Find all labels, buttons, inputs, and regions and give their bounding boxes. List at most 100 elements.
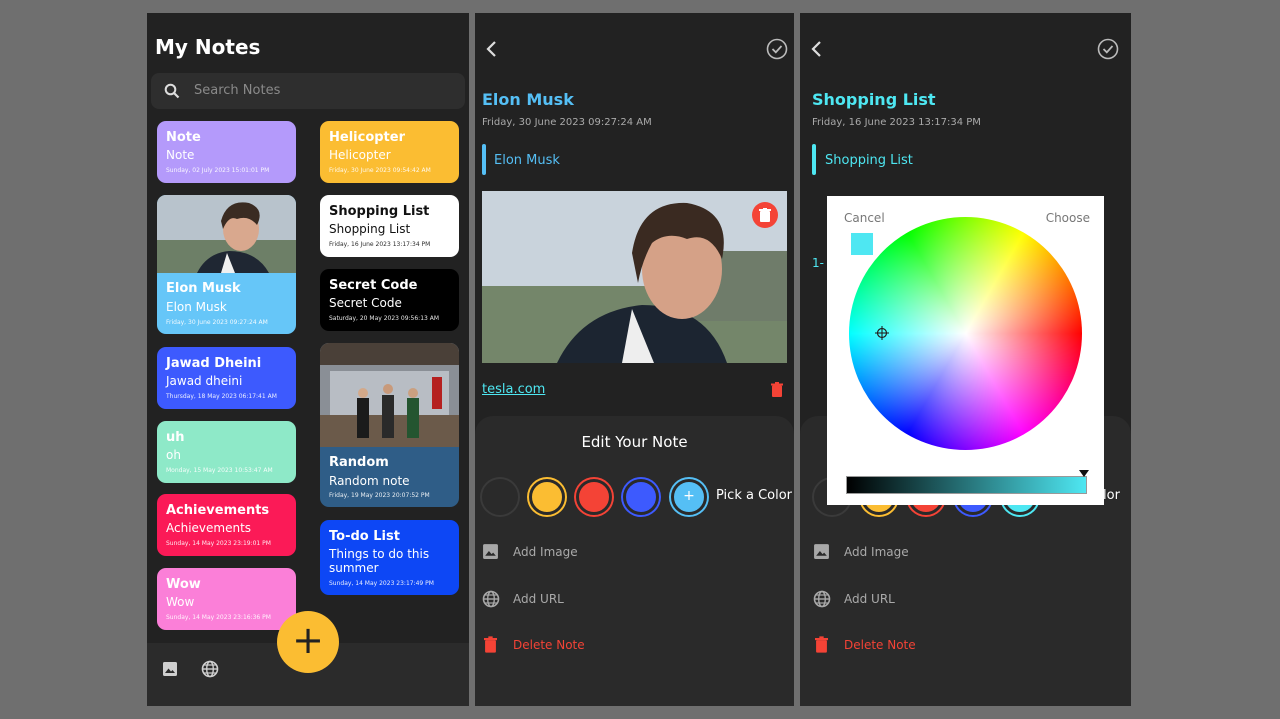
globe-icon	[482, 590, 500, 608]
brightness-slider[interactable]	[846, 476, 1087, 494]
note-date: Friday, 19 May 2023 20:07:52 PM	[329, 492, 430, 499]
note-subtitle: Note	[166, 148, 195, 162]
page-title: My Notes	[155, 35, 261, 59]
crosshair-icon[interactable]	[875, 326, 889, 340]
trash-icon	[815, 636, 828, 653]
pick-color-label[interactable]: Pick a Color	[716, 488, 792, 503]
note-image	[157, 195, 296, 273]
image-icon	[814, 544, 829, 559]
note-subtitle: Random note	[329, 474, 410, 488]
globe-icon	[813, 590, 831, 608]
back-icon[interactable]	[485, 39, 499, 59]
note-date: Friday, 16 June 2023 13:17:34 PM	[812, 117, 981, 128]
search-input[interactable]: Search Notes	[194, 83, 280, 98]
note-subtitle: Achievements	[166, 521, 252, 535]
note-detail-screen: Elon Musk Friday, 30 June 2023 09:27:24 …	[475, 13, 794, 706]
plus-icon: +	[292, 618, 324, 662]
slider-handle-icon[interactable]	[1079, 470, 1089, 478]
note-image	[320, 343, 459, 447]
note-title[interactable]: Elon Musk	[482, 90, 574, 109]
note-subtitle: Helicopter	[329, 148, 391, 162]
note-subtitle: Things to do this summer	[329, 547, 430, 575]
note-card-achievements[interactable]: Achievements Achievements Sunday, 14 May…	[157, 494, 296, 556]
note-title: Note	[166, 130, 201, 145]
note-subtitle[interactable]: Elon Musk	[494, 153, 560, 168]
note-title: To-do List	[329, 529, 400, 544]
note-date: Thursday, 18 May 2023 06:17:41 AM	[166, 393, 277, 400]
note-card-wow[interactable]: Wow Wow Sunday, 14 May 2023 23:16:36 PM	[157, 568, 296, 630]
note-subtitle: oh	[166, 448, 181, 462]
pick-color-label[interactable]: lor	[1103, 488, 1120, 503]
note-card-secret-code[interactable]: Secret Code Secret Code Saturday, 20 May…	[320, 269, 459, 331]
sheet-title: Edit Your Note	[581, 433, 688, 451]
choose-button[interactable]: Choose	[1046, 211, 1090, 225]
save-check-icon[interactable]	[1097, 38, 1119, 60]
note-card-jawad-dheini[interactable]: Jawad Dheini Jawad dheini Thursday, 18 M…	[157, 347, 296, 409]
note-color-picker-screen: Shopping List Friday, 16 June 2023 13:17…	[800, 13, 1131, 706]
accent-bar	[482, 144, 486, 175]
plus-icon: +	[683, 488, 695, 504]
color-option-blue[interactable]	[623, 479, 659, 515]
trash-icon	[759, 208, 771, 222]
note-card-note[interactable]: Note Note Sunday, 02 July 2023 15:01:01 …	[157, 121, 296, 183]
note-subtitle: Secret Code	[329, 296, 402, 310]
image-icon	[483, 544, 498, 559]
note-image	[482, 191, 787, 363]
search-bar[interactable]: Search Notes	[151, 73, 465, 109]
note-title: uh	[166, 430, 185, 445]
color-option-custom-selected[interactable]: +	[671, 479, 707, 515]
trash-icon	[484, 636, 497, 653]
note-subtitle: Wow	[166, 595, 195, 609]
note-title: Wow	[166, 577, 201, 592]
note-subtitle[interactable]: Shopping List	[825, 153, 913, 168]
edit-bottom-sheet	[475, 416, 794, 706]
add-note-button[interactable]: +	[277, 611, 339, 673]
color-preview-swatch	[851, 233, 873, 255]
trash-icon[interactable]	[771, 382, 783, 397]
note-card-uh[interactable]: uh oh Monday, 15 May 2023 10:53:47 AM	[157, 421, 296, 483]
color-option-red[interactable]	[576, 479, 612, 515]
note-title: Shopping List	[329, 204, 430, 219]
note-card-todo-list[interactable]: To-do List Things to do this summer Sund…	[320, 520, 459, 595]
note-card-shopping-list[interactable]: Shopping List Shopping List Friday, 16 J…	[320, 195, 459, 257]
note-card-helicopter[interactable]: Helicopter Helicopter Friday, 30 June 20…	[320, 121, 459, 183]
search-icon	[164, 83, 180, 99]
note-title: Elon Musk	[166, 281, 241, 296]
back-icon[interactable]	[810, 39, 824, 59]
note-date: Sunday, 14 May 2023 23:16:36 PM	[166, 614, 271, 621]
note-date: Friday, 30 June 2023 09:54:42 AM	[329, 167, 431, 174]
note-date: Saturday, 20 May 2023 09:56:13 AM	[329, 315, 440, 322]
option-label: Add Image	[844, 545, 909, 559]
image-icon[interactable]	[162, 661, 178, 677]
note-card-elon-musk[interactable]: Elon Musk Elon Musk Friday, 30 June 2023…	[157, 195, 296, 334]
note-subtitle: Jawad dheini	[166, 374, 243, 388]
note-date: Friday, 30 June 2023 09:27:24 AM	[482, 117, 652, 128]
note-subtitle: Shopping List	[329, 222, 411, 236]
color-option-dark[interactable]	[482, 479, 518, 515]
save-check-icon[interactable]	[766, 38, 788, 60]
delete-image-button[interactable]	[752, 202, 778, 228]
note-title: Random	[329, 455, 389, 470]
note-title: Secret Code	[329, 278, 418, 293]
color-option-yellow[interactable]	[529, 479, 565, 515]
note-title: Achievements	[166, 503, 270, 518]
note-url-link[interactable]: tesla.com	[482, 382, 545, 397]
note-date: Sunday, 14 May 2023 23:17:49 PM	[329, 580, 434, 587]
option-label: Delete Note	[844, 638, 916, 652]
note-date: Monday, 15 May 2023 10:53:47 AM	[166, 467, 273, 474]
note-title[interactable]: Shopping List	[812, 90, 936, 109]
note-date: Sunday, 02 July 2023 15:01:01 PM	[166, 167, 270, 174]
globe-icon[interactable]	[201, 660, 219, 678]
option-label: Add Image	[513, 545, 578, 559]
note-title: Jawad Dheini	[166, 356, 262, 371]
option-label: Add URL	[513, 592, 564, 606]
note-content[interactable]: 1-	[812, 256, 824, 270]
notes-list-screen: My Notes Search Notes Note Note Sunday, …	[147, 13, 469, 706]
note-title: Helicopter	[329, 130, 405, 145]
color-picker-dialog: Cancel Choose	[827, 196, 1104, 505]
note-date: Friday, 16 June 2023 13:17:34 PM	[329, 241, 431, 248]
option-label: Add URL	[844, 592, 895, 606]
option-label: Delete Note	[513, 638, 585, 652]
cancel-button[interactable]: Cancel	[844, 211, 885, 225]
note-card-random[interactable]: Random Random note Friday, 19 May 2023 2…	[320, 343, 459, 507]
